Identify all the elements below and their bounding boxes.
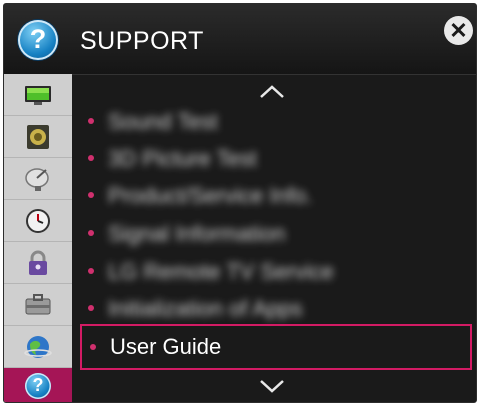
menu-item-product-info[interactable]: Product/Service Info. bbox=[78, 174, 458, 216]
toolbox-icon bbox=[25, 294, 51, 315]
sidebar-item-sound[interactable] bbox=[4, 116, 72, 158]
menu-item-remote-service[interactable]: LG Remote TV Service bbox=[78, 250, 458, 292]
close-icon: ✕ bbox=[449, 18, 468, 43]
sidebar-item-options[interactable] bbox=[4, 284, 72, 326]
sidebar-item-channels[interactable] bbox=[4, 158, 72, 200]
help-icon: ? bbox=[18, 20, 58, 60]
menu-item-signal-info[interactable]: Signal Information bbox=[78, 212, 458, 254]
sidebar-item-support[interactable]: ? bbox=[4, 368, 72, 402]
bullet bbox=[88, 268, 94, 274]
chevron-down-icon[interactable] bbox=[257, 376, 287, 396]
help-symbol: ? bbox=[29, 24, 47, 54]
menu-item-initialization[interactable]: Initialization of Apps bbox=[78, 287, 458, 329]
help-icon: ? bbox=[25, 373, 51, 399]
tv-screen-icon bbox=[25, 86, 51, 105]
menu-item-label: Product/Service Info. bbox=[108, 183, 313, 208]
menu-item-user-guide[interactable]: User Guide bbox=[80, 324, 472, 370]
support-dialog: ? SUPPORT ✕ ? Sound Test 3D Picture Test… bbox=[3, 3, 477, 403]
sidebar-item-time[interactable] bbox=[4, 200, 72, 242]
help-symbol: ? bbox=[32, 375, 44, 395]
menu-item-3d-picture-test[interactable]: 3D Picture Test bbox=[78, 137, 458, 179]
bullet bbox=[88, 305, 94, 311]
close-button[interactable]: ✕ bbox=[444, 16, 473, 45]
menu-item-label: User Guide bbox=[110, 334, 222, 359]
bullet bbox=[88, 118, 94, 124]
bullet bbox=[88, 155, 94, 161]
globe-icon bbox=[24, 336, 52, 358]
menu-item-sound-test[interactable]: Sound Test bbox=[78, 100, 458, 142]
menu-item-label: Signal Information bbox=[108, 221, 286, 246]
menu-item-label: 3D Picture Test bbox=[108, 146, 257, 171]
bullet bbox=[88, 192, 94, 198]
menu-list: Sound Test 3D Picture Test Product/Servi… bbox=[72, 74, 476, 402]
bullet bbox=[88, 230, 94, 236]
satellite-dish-icon bbox=[25, 168, 49, 191]
sidebar-item-lock[interactable] bbox=[4, 242, 72, 284]
menu-item-label: Sound Test bbox=[108, 109, 218, 134]
bullet bbox=[90, 344, 96, 350]
padlock-icon bbox=[29, 250, 47, 275]
sidebar-item-picture[interactable] bbox=[4, 74, 72, 116]
page-title: SUPPORT bbox=[80, 27, 204, 55]
dialog-header: ? SUPPORT ✕ bbox=[4, 4, 476, 75]
speaker-icon bbox=[27, 125, 49, 149]
sidebar: ? bbox=[4, 74, 72, 402]
chevron-up-icon[interactable] bbox=[257, 82, 287, 102]
sidebar-item-network[interactable] bbox=[4, 326, 72, 368]
menu-item-label: Initialization of Apps bbox=[108, 296, 303, 321]
clock-icon bbox=[26, 209, 50, 233]
menu-item-label: LG Remote TV Service bbox=[108, 259, 334, 284]
